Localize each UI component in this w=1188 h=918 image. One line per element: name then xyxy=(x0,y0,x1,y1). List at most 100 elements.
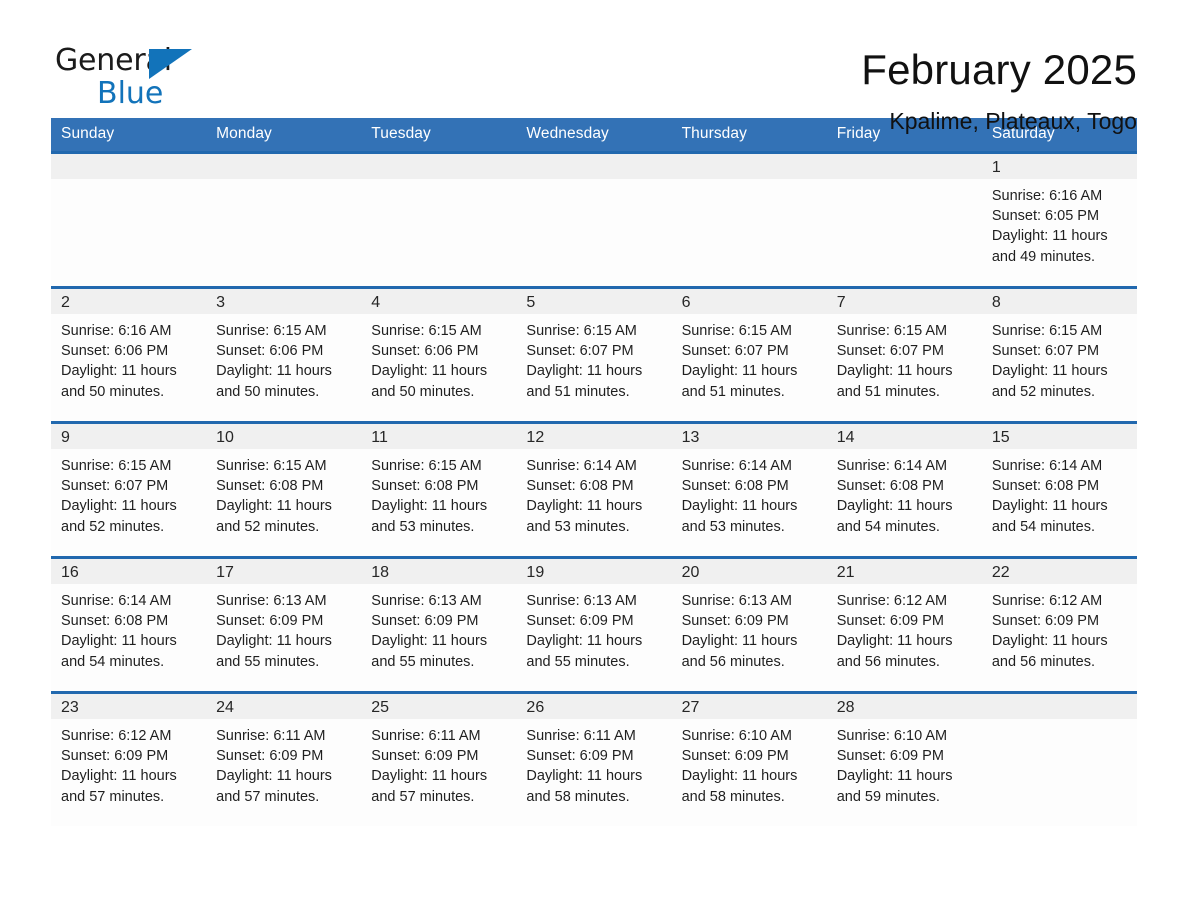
day-cell[interactable]: 4 Sunrise: 6:15 AM Sunset: 6:06 PM Dayli… xyxy=(361,286,517,423)
day-number xyxy=(51,154,207,179)
day-cell[interactable] xyxy=(671,151,827,288)
day-cell[interactable]: 19 Sunrise: 6:13 AM Sunset: 6:09 PM Dayl… xyxy=(516,556,672,693)
dow-header-thursday: Thursday xyxy=(671,118,827,153)
day-cell[interactable]: 24 Sunrise: 6:11 AM Sunset: 6:09 PM Dayl… xyxy=(206,691,362,826)
day-cell[interactable]: 27 Sunrise: 6:10 AM Sunset: 6:09 PM Dayl… xyxy=(671,691,827,826)
daylight-text: Daylight: 11 hours and 53 minutes. xyxy=(681,498,798,535)
daylight-text: Daylight: 11 hours and 53 minutes. xyxy=(526,498,643,535)
day-number: 6 xyxy=(671,289,827,314)
week-row: 23 Sunrise: 6:12 AM Sunset: 6:09 PM Dayl… xyxy=(51,691,1137,826)
day-details: Sunrise: 6:11 AM Sunset: 6:09 PM Dayligh… xyxy=(206,719,361,826)
day-cell[interactable]: 10 Sunrise: 6:15 AM Sunset: 6:08 PM Dayl… xyxy=(206,421,362,558)
day-details xyxy=(51,179,206,286)
sunset-text: Sunset: 6:07 PM xyxy=(526,343,634,360)
daylight-text: Daylight: 11 hours and 59 minutes. xyxy=(836,768,953,805)
day-cell[interactable]: 18 Sunrise: 6:13 AM Sunset: 6:09 PM Dayl… xyxy=(361,556,517,693)
day-details: Sunrise: 6:12 AM Sunset: 6:09 PM Dayligh… xyxy=(827,584,982,691)
sunset-text: Sunset: 6:08 PM xyxy=(836,478,944,495)
day-cell[interactable]: 7 Sunrise: 6:15 AM Sunset: 6:07 PM Dayli… xyxy=(826,286,982,423)
day-details: Sunrise: 6:11 AM Sunset: 6:09 PM Dayligh… xyxy=(516,719,671,826)
sunrise-text: Sunrise: 6:15 AM xyxy=(216,458,327,474)
sunset-text: Sunset: 6:06 PM xyxy=(371,343,479,360)
day-details xyxy=(206,179,361,286)
sunset-text: Sunset: 6:07 PM xyxy=(836,343,944,360)
day-cell[interactable]: 8 Sunrise: 6:15 AM Sunset: 6:07 PM Dayli… xyxy=(981,286,1137,423)
daylight-text: Daylight: 11 hours and 57 minutes. xyxy=(371,768,488,805)
day-details xyxy=(672,179,827,286)
day-number: 11 xyxy=(361,424,517,449)
day-cell[interactable] xyxy=(361,151,517,288)
day-cell[interactable]: 9 Sunrise: 6:15 AM Sunset: 6:07 PM Dayli… xyxy=(51,421,207,558)
day-cell[interactable] xyxy=(51,151,207,288)
dow-header-monday: Monday xyxy=(206,118,362,153)
day-number: 22 xyxy=(981,559,1137,584)
sunrise-text: Sunrise: 6:13 AM xyxy=(526,593,637,609)
sunset-text: Sunset: 6:06 PM xyxy=(216,343,324,360)
sunrise-text: Sunrise: 6:14 AM xyxy=(991,458,1103,474)
sunrise-text: Sunrise: 6:15 AM xyxy=(526,323,637,339)
sunrise-text: Sunrise: 6:16 AM xyxy=(61,323,172,339)
page-header: General Blue February 2025 Kpalime, Plat… xyxy=(0,0,1188,135)
daylight-text: Daylight: 11 hours and 58 minutes. xyxy=(526,768,643,805)
daylight-text: Daylight: 11 hours and 54 minutes. xyxy=(836,498,953,535)
sunrise-text: Sunrise: 6:12 AM xyxy=(991,593,1103,609)
sunrise-text: Sunrise: 6:15 AM xyxy=(371,458,482,474)
sunrise-text: Sunrise: 6:15 AM xyxy=(681,323,792,339)
week-row: 2 Sunrise: 6:16 AM Sunset: 6:06 PM Dayli… xyxy=(51,286,1137,423)
day-details: Sunrise: 6:15 AM Sunset: 6:07 PM Dayligh… xyxy=(516,314,671,421)
sunset-text: Sunset: 6:09 PM xyxy=(216,613,324,630)
day-cell[interactable]: 11 Sunrise: 6:15 AM Sunset: 6:08 PM Dayl… xyxy=(361,421,517,558)
day-cell[interactable]: 5 Sunrise: 6:15 AM Sunset: 6:07 PM Dayli… xyxy=(516,286,672,423)
day-cell[interactable]: 2 Sunrise: 6:16 AM Sunset: 6:06 PM Dayli… xyxy=(51,286,207,423)
day-cell[interactable]: 26 Sunrise: 6:11 AM Sunset: 6:09 PM Dayl… xyxy=(516,691,672,826)
day-details xyxy=(516,179,671,286)
day-cell[interactable]: 6 Sunrise: 6:15 AM Sunset: 6:07 PM Dayli… xyxy=(671,286,827,423)
day-details: Sunrise: 6:16 AM Sunset: 6:05 PM Dayligh… xyxy=(982,179,1137,286)
sunset-text: Sunset: 6:09 PM xyxy=(216,748,324,765)
day-details: Sunrise: 6:15 AM Sunset: 6:08 PM Dayligh… xyxy=(361,449,516,556)
day-cell[interactable]: 28 Sunrise: 6:10 AM Sunset: 6:09 PM Dayl… xyxy=(826,691,982,826)
daylight-text: Daylight: 11 hours and 51 minutes. xyxy=(526,363,643,400)
day-cell[interactable]: 3 Sunrise: 6:15 AM Sunset: 6:06 PM Dayli… xyxy=(206,286,362,423)
day-cell[interactable]: 17 Sunrise: 6:13 AM Sunset: 6:09 PM Dayl… xyxy=(206,556,362,693)
day-details: Sunrise: 6:14 AM Sunset: 6:08 PM Dayligh… xyxy=(51,584,206,691)
day-cell[interactable]: 22 Sunrise: 6:12 AM Sunset: 6:09 PM Dayl… xyxy=(981,556,1137,693)
sunrise-text: Sunrise: 6:15 AM xyxy=(991,323,1103,339)
sunset-text: Sunset: 6:05 PM xyxy=(991,208,1100,225)
sunset-text: Sunset: 6:09 PM xyxy=(836,748,944,765)
day-cell[interactable]: 14 Sunrise: 6:14 AM Sunset: 6:08 PM Dayl… xyxy=(826,421,982,558)
day-cell[interactable]: 13 Sunrise: 6:14 AM Sunset: 6:08 PM Dayl… xyxy=(671,421,827,558)
sunset-text: Sunset: 6:08 PM xyxy=(526,478,634,495)
day-number xyxy=(361,154,517,179)
generalblue-logo[interactable]: General Blue xyxy=(55,44,205,116)
day-cell[interactable]: 21 Sunrise: 6:12 AM Sunset: 6:09 PM Dayl… xyxy=(826,556,982,693)
day-cell[interactable] xyxy=(516,151,672,288)
day-cell[interactable]: 25 Sunrise: 6:11 AM Sunset: 6:09 PM Dayl… xyxy=(361,691,517,826)
day-number: 17 xyxy=(206,559,362,584)
day-details: Sunrise: 6:14 AM Sunset: 6:08 PM Dayligh… xyxy=(982,449,1137,556)
day-details: Sunrise: 6:15 AM Sunset: 6:07 PM Dayligh… xyxy=(827,314,982,421)
sunset-text: Sunset: 6:09 PM xyxy=(61,748,169,765)
sunrise-text: Sunrise: 6:11 AM xyxy=(526,728,636,744)
day-cell[interactable] xyxy=(981,691,1137,826)
sunrise-text: Sunrise: 6:15 AM xyxy=(371,323,482,339)
day-cell[interactable]: 15 Sunrise: 6:14 AM Sunset: 6:08 PM Dayl… xyxy=(981,421,1137,558)
sunset-text: Sunset: 6:07 PM xyxy=(61,478,169,495)
day-cell[interactable] xyxy=(826,151,982,288)
day-cell[interactable]: 1 Sunrise: 6:16 AM Sunset: 6:05 PM Dayli… xyxy=(981,151,1137,288)
day-cell[interactable]: 16 Sunrise: 6:14 AM Sunset: 6:08 PM Dayl… xyxy=(51,556,207,693)
logo-triangle-icon xyxy=(149,49,192,79)
week-row: 9 Sunrise: 6:15 AM Sunset: 6:07 PM Dayli… xyxy=(51,421,1137,558)
sunset-text: Sunset: 6:09 PM xyxy=(836,613,944,630)
daylight-text: Daylight: 11 hours and 54 minutes. xyxy=(61,633,177,670)
daylight-text: Daylight: 11 hours and 49 minutes. xyxy=(991,228,1108,265)
sunset-text: Sunset: 6:08 PM xyxy=(371,478,479,495)
day-cell[interactable]: 23 Sunrise: 6:12 AM Sunset: 6:09 PM Dayl… xyxy=(51,691,207,826)
day-number: 21 xyxy=(826,559,982,584)
daylight-text: Daylight: 11 hours and 55 minutes. xyxy=(216,633,332,670)
day-cell[interactable]: 20 Sunrise: 6:13 AM Sunset: 6:09 PM Dayl… xyxy=(671,556,827,693)
day-details xyxy=(361,179,516,286)
day-cell[interactable]: 12 Sunrise: 6:14 AM Sunset: 6:08 PM Dayl… xyxy=(516,421,672,558)
day-cell[interactable] xyxy=(206,151,362,288)
day-number: 3 xyxy=(206,289,362,314)
